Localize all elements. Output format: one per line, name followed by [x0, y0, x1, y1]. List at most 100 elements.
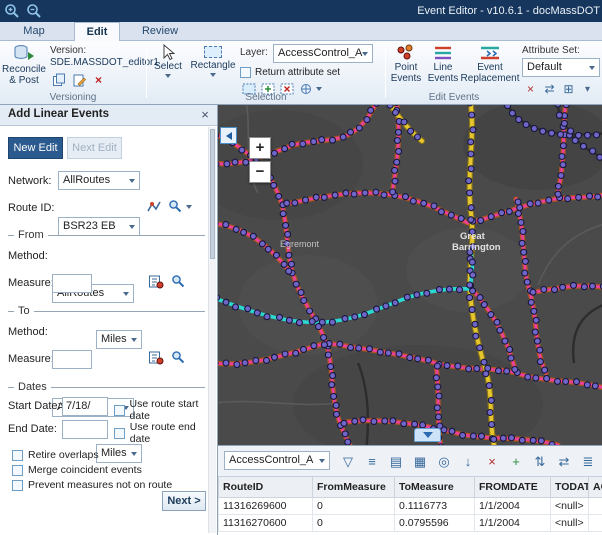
table-options-icon[interactable]: ≣: [578, 452, 598, 471]
edit-version-icon[interactable]: [70, 72, 87, 88]
layer-dropdown[interactable]: AccessControl_A: [273, 44, 373, 63]
zoom-out-magnifier-icon[interactable]: [26, 3, 43, 20]
new-edit-button[interactable]: New Edit: [8, 137, 63, 159]
filter-icon[interactable]: ▽: [338, 452, 358, 471]
select-route-on-map-icon[interactable]: [146, 199, 162, 215]
col-frommeasure[interactable]: FromMeasure: [313, 477, 395, 497]
zoom-in-magnifier-icon[interactable]: [4, 3, 21, 20]
zoom-in-button[interactable]: +: [249, 137, 271, 159]
select-tool-button[interactable]: Select: [150, 44, 186, 78]
reconcile-post-button[interactable]: Reconcile & Post: [2, 44, 46, 86]
table-row[interactable]: 1131626960000.1116773 1/1/2004<null>: [219, 497, 602, 514]
from-measure-input[interactable]: [52, 274, 92, 293]
event-replacement-button[interactable]: Event Replacement: [462, 44, 518, 84]
retire-overlaps-checkbox[interactable]: [12, 450, 23, 461]
return-attribute-set-checkbox[interactable]: [240, 67, 251, 78]
ribbon: Reconcile & Post Version: SDE.MASSDOT_ed…: [0, 41, 602, 105]
to-measure-input[interactable]: [52, 350, 92, 369]
ribbon-group-selection: Select Rectangle Layer: AccessControl_A …: [147, 41, 385, 104]
attribute-tools: × ⇄ ⊞ ▾: [522, 81, 596, 97]
next-button[interactable]: Next >: [162, 491, 206, 511]
switch-selection-icon[interactable]: ⇄: [554, 452, 574, 471]
col-todate[interactable]: TODATE: [551, 477, 589, 497]
prevent-measures-checkbox[interactable]: [12, 480, 23, 491]
point-events-button[interactable]: Point Events: [388, 44, 424, 84]
end-date-input[interactable]: [62, 420, 108, 439]
zoom-to-to-measure-icon[interactable]: [171, 350, 186, 365]
database-sync-icon: [13, 44, 35, 64]
ribbon-group-edit-events: Point Events Line Events Ev: [386, 41, 602, 104]
table-row[interactable]: 1131627060000.0795596 1/1/2004<null>: [219, 514, 602, 531]
copy-version-icon[interactable]: [50, 72, 67, 88]
chevron-down-icon: [423, 432, 433, 438]
zoom-to-route-icon[interactable]: [168, 199, 183, 214]
line-events-button[interactable]: Line Events: [426, 44, 460, 84]
tab-map[interactable]: Map: [12, 23, 56, 40]
from-method-label: Method:: [8, 250, 48, 262]
clear-attributes-icon[interactable]: ×: [522, 81, 539, 97]
list-records-icon[interactable]: ≡: [362, 452, 382, 471]
to-section-divider: To: [8, 305, 205, 317]
chevron-down-icon[interactable]: [316, 87, 322, 91]
from-section-divider: From: [8, 229, 205, 241]
app-title: Event Editor - v10.6.1 - docMassDOT: [417, 5, 600, 17]
chevron-down-icon: [165, 74, 171, 78]
from-unit-dropdown[interactable]: Miles: [96, 330, 142, 349]
transfer-attributes-icon[interactable]: ⇄: [541, 81, 558, 97]
merge-coincident-checkbox[interactable]: [12, 465, 23, 476]
selected-records-icon[interactable]: ▤: [386, 452, 406, 471]
clear-selection-icon[interactable]: ×: [482, 452, 502, 471]
tab-edit[interactable]: Edit: [74, 22, 120, 41]
table-grid-icon[interactable]: ▦: [410, 452, 430, 471]
map-graphics: Egremont Great Barrington: [218, 105, 602, 445]
chevron-down-icon[interactable]: [186, 205, 192, 209]
use-route-end-date-row: Use route end date: [114, 421, 217, 445]
start-date-input[interactable]: [62, 397, 108, 416]
table-layer-dropdown[interactable]: AccessControl_A: [224, 451, 330, 470]
to-unit-dropdown[interactable]: Miles: [96, 444, 142, 463]
sort-icon[interactable]: ⇅: [530, 452, 550, 471]
add-record-icon[interactable]: +: [506, 452, 526, 471]
map-label-egremont: Egremont: [280, 239, 320, 249]
collapse-panel-button[interactable]: [220, 127, 237, 144]
map-label-barrington: Barrington: [452, 242, 501, 253]
to-method-label: Method:: [8, 326, 48, 338]
pick-from-measure-icon[interactable]: [148, 274, 164, 290]
close-icon[interactable]: ×: [198, 107, 212, 122]
delete-version-icon[interactable]: ×: [90, 72, 107, 88]
return-attribute-set-label: Return attribute set: [255, 67, 340, 78]
zoom-out-button[interactable]: −: [249, 161, 271, 183]
panel-scrollbar[interactable]: [208, 127, 216, 533]
start-date-label: Start Date:: [8, 400, 61, 412]
table-panel-toggle[interactable]: [414, 428, 441, 442]
col-ac[interactable]: AC: [589, 477, 602, 497]
pick-to-measure-icon[interactable]: [148, 350, 164, 366]
map-label-great: Great: [460, 231, 486, 242]
versioning-tools: ×: [50, 72, 107, 88]
from-measure-label: Measure:: [8, 277, 54, 289]
col-fromdate[interactable]: FROMDATE: [475, 477, 551, 497]
map-canvas[interactable]: Egremont Great Barrington + −: [218, 105, 602, 445]
chevron-down-icon: [210, 73, 216, 77]
network-dropdown[interactable]: AllRoutes: [58, 171, 140, 190]
prevent-measures-label: Prevent measures not on route: [28, 479, 172, 491]
zoom-to-selected-icon[interactable]: ◎: [434, 452, 454, 471]
use-route-end-date-checkbox[interactable]: [114, 428, 125, 439]
zoom-to-from-measure-icon[interactable]: [171, 274, 186, 289]
col-routeid[interactable]: RouteID: [219, 477, 313, 497]
use-route-end-date-label: Use route end date: [130, 421, 217, 445]
tab-review[interactable]: Review: [134, 23, 186, 40]
attribute-set-dropdown[interactable]: Default: [522, 58, 600, 77]
rectangle-tool-button[interactable]: Rectangle: [189, 44, 237, 77]
scrollbar-thumb[interactable]: [210, 129, 215, 259]
edit-events-group-label: Edit Events: [386, 92, 522, 103]
col-tomeasure[interactable]: ToMeasure: [395, 477, 475, 497]
retire-overlaps-row: Retire overlaps: [12, 449, 99, 461]
merge-coincident-label: Merge coincident events: [28, 464, 142, 476]
chevron-down-icon[interactable]: ▾: [579, 81, 596, 97]
attribute-grid-icon[interactable]: ⊞: [560, 81, 577, 97]
next-edit-button[interactable]: Next Edit: [67, 137, 122, 159]
return-attribute-set-row: Return attribute set: [240, 67, 340, 78]
use-route-start-date-checkbox[interactable]: [114, 405, 125, 416]
export-icon[interactable]: ↓: [458, 452, 478, 471]
